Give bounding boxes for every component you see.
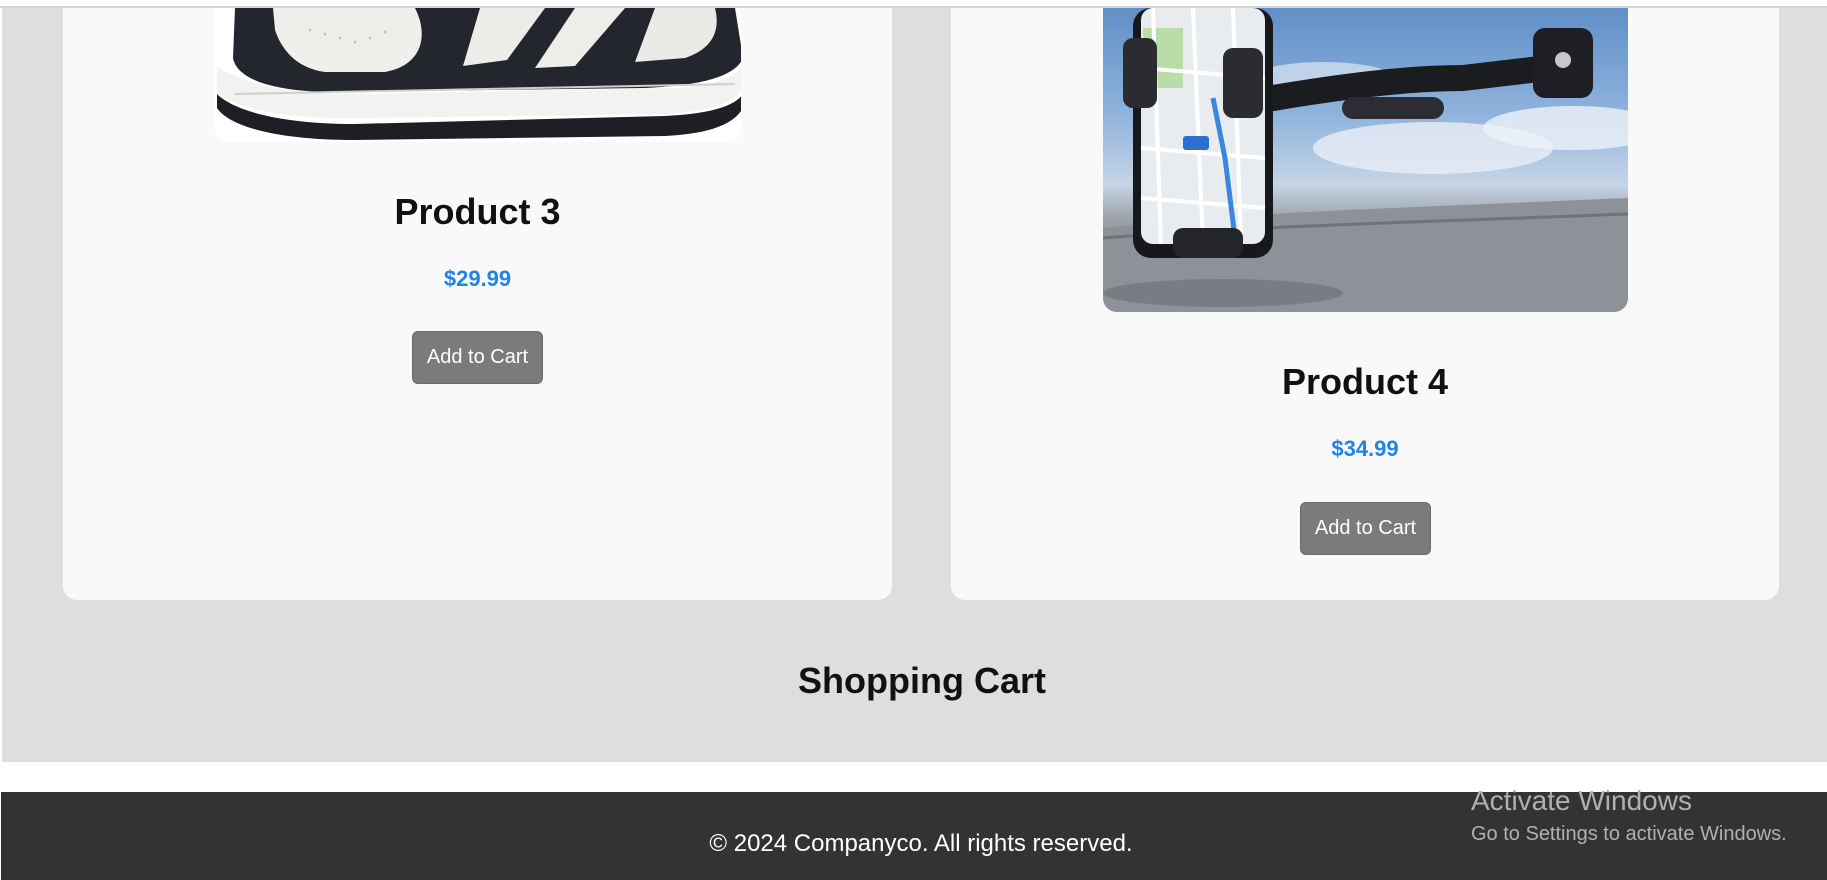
product-card-4: Product 4 $34.99 Add to Cart bbox=[951, 8, 1779, 600]
viewport-top-edge bbox=[0, 0, 1827, 8]
sneaker-illustration bbox=[215, 8, 741, 142]
products-section: Product 3 $29.99 Add to Cart Product 4 $… bbox=[2, 8, 1827, 762]
watermark-title: Activate Windows bbox=[1471, 785, 1692, 816]
phone-mount-illustration bbox=[1103, 8, 1628, 312]
product-card-3: Product 3 $29.99 Add to Cart bbox=[63, 8, 892, 600]
product-title: Product 3 bbox=[394, 191, 561, 232]
add-to-cart-button[interactable]: Add to Cart bbox=[412, 331, 543, 384]
product-image-phone-mount bbox=[1103, 8, 1628, 312]
watermark-subtitle: Go to Settings to activate Windows. bbox=[1471, 823, 1787, 845]
product-title: Product 4 bbox=[1281, 361, 1449, 402]
product-price: $29.99 bbox=[443, 266, 512, 291]
activate-windows-watermark: Activate Windows Go to Settings to activ… bbox=[1471, 785, 1787, 847]
add-to-cart-button[interactable]: Add to Cart bbox=[1300, 502, 1431, 555]
shopping-cart-heading: Shopping Cart bbox=[798, 660, 1046, 701]
product-image-sneaker bbox=[215, 8, 741, 142]
product-price: $34.99 bbox=[1331, 436, 1399, 461]
